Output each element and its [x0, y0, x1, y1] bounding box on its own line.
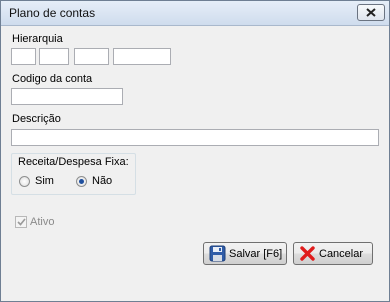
- radio-nao[interactable]: Não: [76, 175, 112, 187]
- description-field[interactable]: [11, 129, 379, 146]
- checkmark-icon: [15, 216, 27, 228]
- hierarchy-field-4[interactable]: [113, 48, 171, 65]
- title-bar[interactable]: Plano de contas: [1, 1, 389, 26]
- active-checkbox[interactable]: Ativo: [15, 216, 54, 228]
- window-title: Plano de contas: [9, 6, 96, 20]
- radio-sim[interactable]: Sim: [19, 175, 54, 187]
- account-code-label: Codigo da conta: [12, 73, 93, 85]
- close-button[interactable]: [357, 4, 385, 21]
- hierarchy-field-2[interactable]: [39, 48, 69, 65]
- save-button-label: Salvar [F6]: [229, 247, 283, 260]
- radio-sim-label: Sim: [35, 175, 54, 187]
- radio-unchecked-icon: [19, 175, 30, 187]
- group-title: Receita/Despesa Fixa:: [18, 156, 129, 168]
- active-checkbox-label: Ativo: [30, 216, 55, 228]
- dialog-window: Plano de contas Hierarquia Codigo da con…: [0, 0, 390, 302]
- radio-nao-label: Não: [92, 175, 113, 187]
- red-x-icon: [299, 245, 316, 262]
- floppy-disk-icon: [209, 245, 226, 262]
- hierarchy-field-3[interactable]: [74, 48, 109, 65]
- save-button[interactable]: Salvar [F6]: [203, 242, 287, 265]
- hierarchy-label: Hierarquia: [12, 33, 63, 45]
- account-code-field[interactable]: [11, 88, 123, 105]
- dialog-body: Hierarquia Codigo da conta Descrição Rec…: [1, 26, 389, 301]
- cancel-button[interactable]: Cancelar: [293, 242, 373, 265]
- description-label: Descrição: [12, 113, 61, 125]
- radio-checked-icon: [76, 175, 87, 187]
- cancel-button-label: Cancelar: [319, 247, 364, 260]
- close-icon: [366, 8, 376, 17]
- fixed-revenue-expense-group: Receita/Despesa Fixa: Sim Não: [11, 153, 136, 195]
- hierarchy-field-1[interactable]: [11, 48, 36, 65]
